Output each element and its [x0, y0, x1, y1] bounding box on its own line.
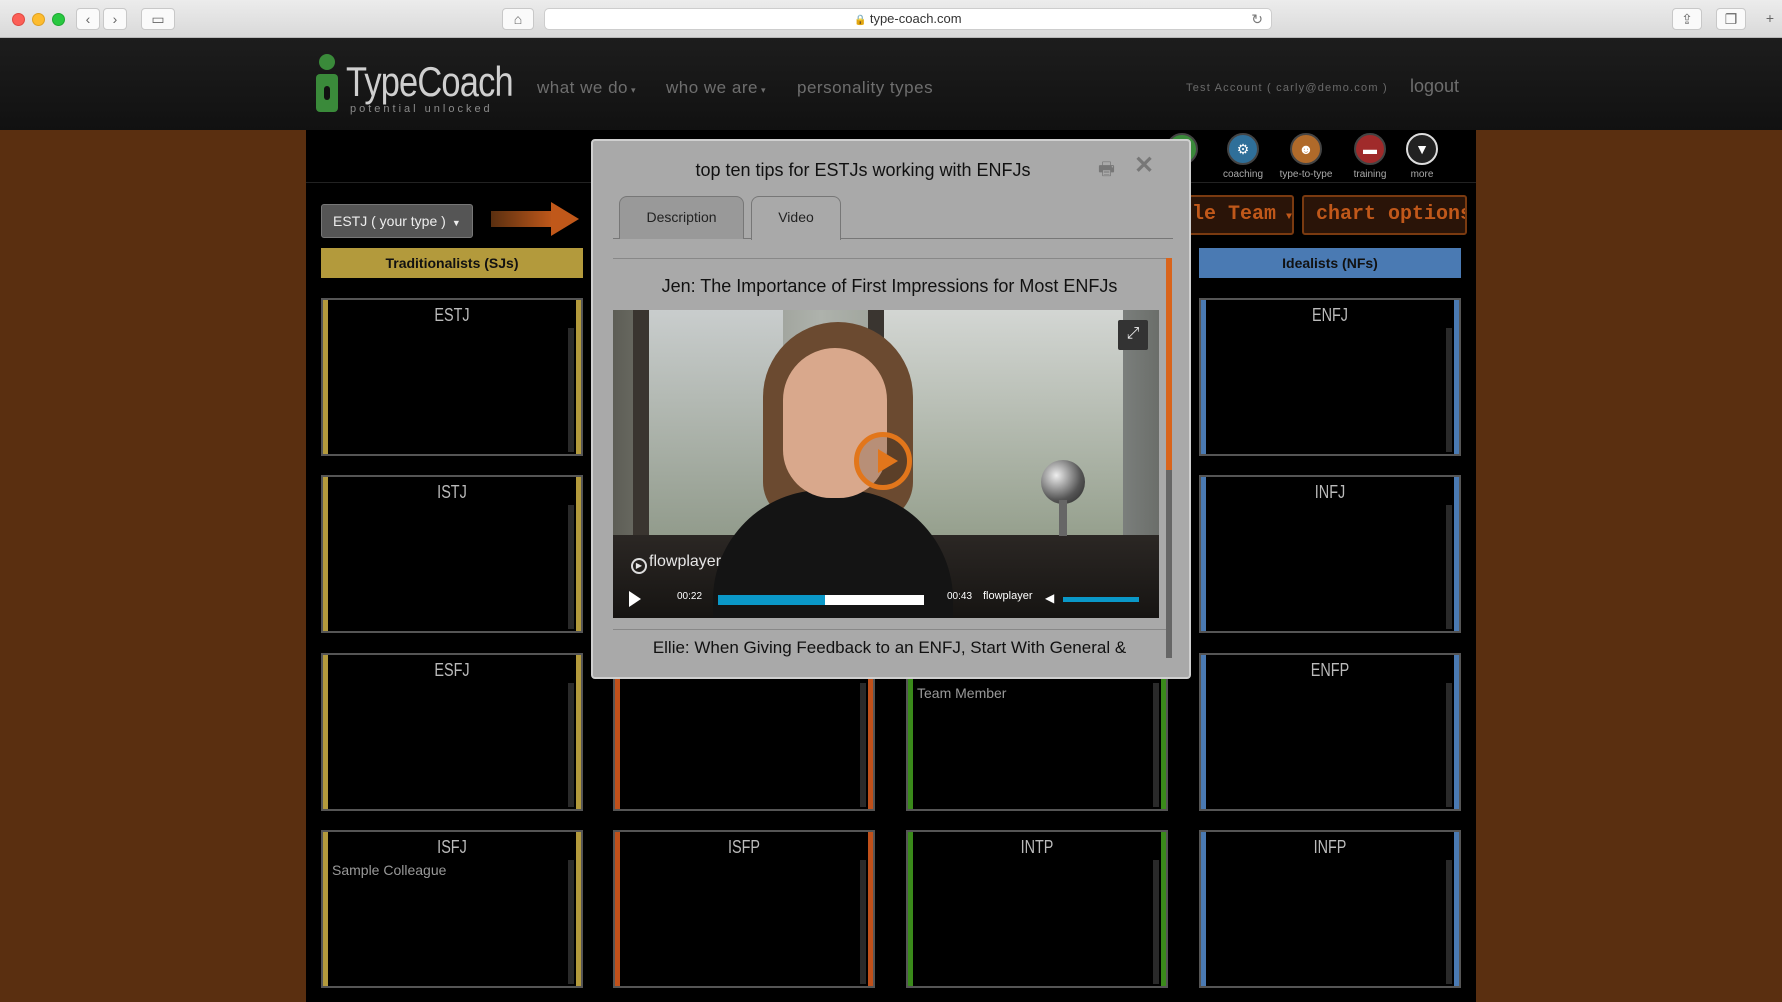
- caret-down-icon: ▼: [1286, 212, 1293, 223]
- chevron-down-icon: ▼: [1406, 133, 1438, 165]
- browser-toolbar: ‹ › ▭ ⌂ 🔒 type-coach.com ↻ ⇪ ❐ +: [0, 0, 1782, 38]
- modal-title: top ten tips for ESTJs working with ENFJ…: [695, 160, 1031, 180]
- type-card-title: ISFJ: [437, 837, 467, 857]
- coaching-icon: ⚙: [1227, 133, 1259, 165]
- column-header-sj: Traditionalists (SJs): [321, 248, 583, 278]
- share-icon[interactable]: ⇪: [1672, 8, 1702, 30]
- lock-icon: 🔒: [854, 15, 867, 26]
- type-select[interactable]: ESTJ ( your type ) ▼: [321, 204, 473, 238]
- home-icon[interactable]: ⌂: [502, 8, 534, 30]
- reload-icon[interactable]: ↻: [1251, 9, 1263, 29]
- nav-what-we-do[interactable]: what we do ▾: [537, 78, 636, 98]
- logo-tagline: potential unlocked: [350, 103, 493, 115]
- forward-icon[interactable]: ›: [103, 8, 127, 30]
- nav-who-we-are[interactable]: who we are ▾: [666, 78, 766, 98]
- caret-down-icon: ▾: [631, 85, 637, 95]
- type-card-title: INFJ: [1314, 482, 1346, 502]
- type-to-type-icon: ☻: [1290, 133, 1322, 165]
- type-card-title: ISFP: [727, 837, 760, 857]
- type-card-isfj[interactable]: ISFJ Sample Colleague: [321, 830, 583, 988]
- tabs-icon[interactable]: ❐: [1716, 8, 1746, 30]
- type-card-title: ESTJ: [434, 305, 470, 325]
- type-card-title: INFP: [1313, 837, 1347, 857]
- sidebar-icon[interactable]: ▭: [141, 8, 175, 30]
- type-card-enfp[interactable]: ENFP: [1199, 653, 1461, 811]
- logo-name[interactable]: TypeCoach: [346, 58, 514, 106]
- nav-personality-types[interactable]: personality types: [797, 78, 933, 98]
- type-card-title: ENFP: [1310, 660, 1350, 680]
- close-icon[interactable]: ✕: [1134, 151, 1154, 180]
- site-header: TypeCoach potential unlocked what we do ▾…: [0, 38, 1782, 130]
- type-card-enfj[interactable]: ENFJ: [1199, 298, 1461, 456]
- toolbar-coaching[interactable]: ⚙ coaching: [1215, 133, 1271, 180]
- toolbar-more[interactable]: ▼ more: [1394, 133, 1450, 180]
- type-card-isfp[interactable]: ISFP: [613, 830, 875, 988]
- volume-slider[interactable]: [1063, 597, 1139, 602]
- modal-scrollbar[interactable]: [1166, 258, 1172, 658]
- new-tab-icon[interactable]: +: [1760, 8, 1780, 30]
- scrollbar-thumb[interactable]: [1166, 258, 1172, 470]
- next-video-title: Ellie: When Giving Feedback to an ENFJ, …: [652, 638, 1127, 657]
- fullscreen-icon[interactable]: ⤢: [1118, 320, 1148, 350]
- duration-time: 00:43: [947, 591, 973, 602]
- team-select-button[interactable]: ple Team ▼: [1176, 195, 1294, 235]
- minimize-window-button[interactable]: [32, 13, 45, 26]
- caret-down-icon: ▾: [760, 85, 766, 95]
- column-header-nf: Idealists (NFs): [1199, 248, 1461, 278]
- logo-icon: [316, 54, 338, 116]
- type-card-title: INTP: [1020, 837, 1054, 857]
- progress-fill: [718, 595, 826, 605]
- elapsed-time: 00:22: [677, 591, 703, 602]
- account-label[interactable]: Test Account ( carly@demo.com ): [1186, 82, 1388, 94]
- type-card-title: ESFJ: [434, 660, 470, 680]
- toolbar-training[interactable]: ▬ training: [1342, 133, 1398, 180]
- arrow-right-icon: [491, 202, 581, 236]
- type-card-istj[interactable]: ISTJ: [321, 475, 583, 633]
- back-icon[interactable]: ‹: [76, 8, 100, 30]
- type-card-esfj[interactable]: ESFJ: [321, 653, 583, 811]
- caret-down-icon: ▼: [451, 218, 461, 228]
- chart-options-button[interactable]: chart options▼: [1302, 195, 1467, 235]
- player-controls: 00:22 00:43 flowplayer ◀: [613, 580, 1159, 618]
- training-icon: ▬: [1354, 133, 1386, 165]
- play-overlay-icon[interactable]: [854, 432, 912, 490]
- zoom-window-button[interactable]: [52, 13, 65, 26]
- modal-content: Jen: The Importance of First Impressions…: [613, 258, 1166, 658]
- logout-link[interactable]: logout: [1410, 76, 1459, 97]
- play-circle-icon: ▶: [631, 558, 647, 574]
- volume-icon[interactable]: ◀: [1045, 591, 1054, 605]
- member-sample-colleague[interactable]: Sample Colleague: [332, 862, 446, 878]
- type-card-title: ENFJ: [1312, 305, 1348, 325]
- progress-bar[interactable]: [718, 595, 924, 605]
- member-team-member[interactable]: Team Member: [917, 685, 1006, 701]
- video-player[interactable]: ⤢ ▶ flowplayer 00:22 00:43 flowplayer ◀: [613, 310, 1159, 618]
- close-window-button[interactable]: [12, 13, 25, 26]
- flowplayer-watermark: ▶ flowplayer: [631, 553, 721, 574]
- type-card-intp[interactable]: INTP: [906, 830, 1168, 988]
- tab-description[interactable]: Description: [619, 196, 744, 239]
- tips-modal: top ten tips for ESTJs working with ENFJ…: [591, 139, 1191, 679]
- video-title: Jen: The Importance of First Impressions…: [661, 276, 1118, 296]
- type-card-infp[interactable]: INFP: [1199, 830, 1461, 988]
- toolbar-type-to-type[interactable]: ☻ type-to-type: [1278, 133, 1334, 180]
- url-text: type-coach.com: [869, 11, 962, 26]
- type-card-title: ISTJ: [437, 482, 467, 502]
- modal-tabs: Description Video: [613, 196, 1173, 240]
- tab-video[interactable]: Video: [751, 196, 841, 240]
- type-card-infj[interactable]: INFJ: [1199, 475, 1461, 633]
- address-bar[interactable]: 🔒 type-coach.com ↻: [544, 8, 1272, 30]
- player-brand[interactable]: flowplayer: [983, 590, 1033, 602]
- print-icon[interactable]: 🖶: [1098, 157, 1122, 181]
- type-card-estj[interactable]: ESTJ: [321, 298, 583, 456]
- play-icon[interactable]: [629, 591, 641, 607]
